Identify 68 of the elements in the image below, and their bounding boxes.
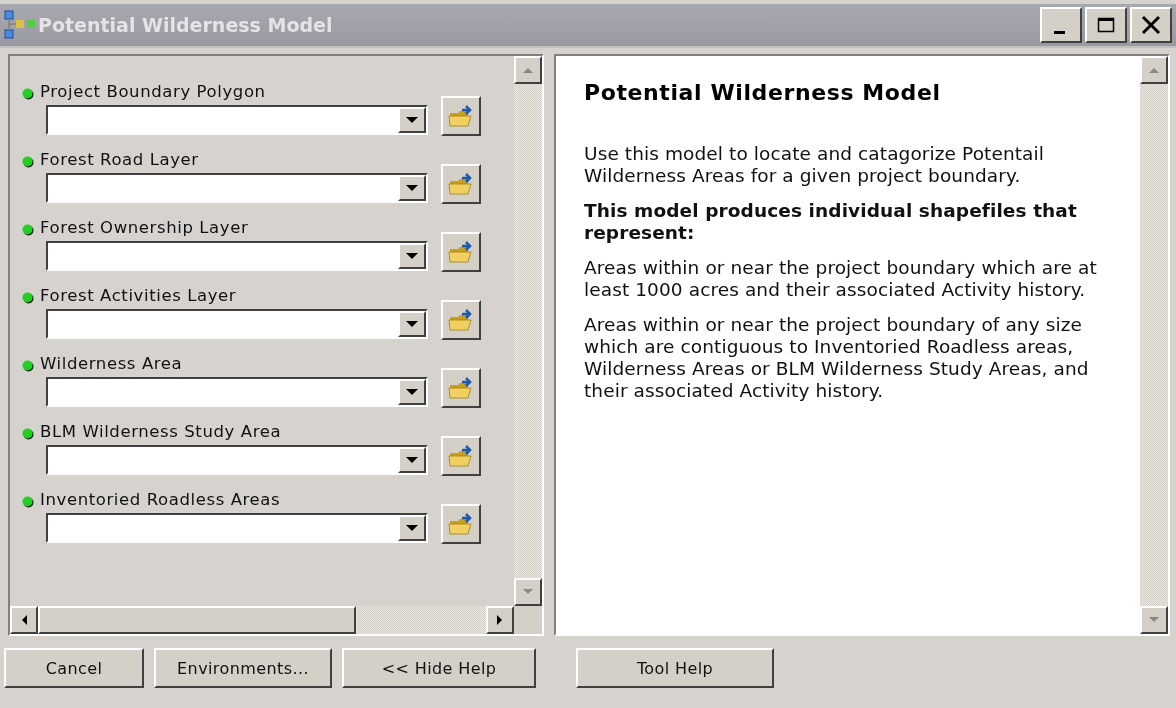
scroll-right-arrow-icon bbox=[496, 613, 504, 627]
parameter-label: Inventoried Roadless Areas bbox=[40, 489, 281, 509]
help-paragraph: This model produces individual shapefiles that represent: bbox=[584, 200, 1078, 244]
dropdown-field[interactable] bbox=[46, 241, 428, 271]
vertical-scrollbar[interactable] bbox=[514, 56, 542, 606]
browse-button[interactable] bbox=[441, 368, 481, 408]
dropdown-arrow-icon bbox=[405, 456, 419, 464]
browse-button[interactable] bbox=[441, 504, 481, 544]
scroll-down-arrow-icon bbox=[521, 588, 535, 596]
dropdown-arrow-icon bbox=[405, 184, 419, 192]
browse-button[interactable] bbox=[441, 436, 481, 476]
dropdown-field[interactable] bbox=[46, 105, 428, 135]
close-button[interactable] bbox=[1130, 7, 1172, 43]
required-dot-icon bbox=[22, 360, 34, 372]
dropdown-arrow-icon bbox=[405, 388, 419, 396]
required-dot-icon bbox=[22, 496, 34, 508]
browse-button[interactable] bbox=[441, 232, 481, 272]
dropdown-field[interactable] bbox=[46, 445, 428, 475]
folder-icon bbox=[448, 172, 474, 196]
browse-button[interactable] bbox=[441, 300, 481, 340]
maximize-icon bbox=[1096, 15, 1116, 35]
model-icon bbox=[4, 10, 38, 40]
parameter-label: BLM Wilderness Study Area bbox=[40, 421, 282, 441]
help-paragraph: Areas within or near the project boundary which are at least 1000 acres and their associated Activity history. bbox=[584, 257, 1098, 301]
required-dot-icon bbox=[22, 428, 34, 440]
folder-icon bbox=[448, 376, 474, 400]
browse-button[interactable] bbox=[441, 164, 481, 204]
dropdown-field[interactable] bbox=[46, 173, 428, 203]
vertical-scrollbar[interactable] bbox=[1140, 56, 1168, 634]
help-title: Potential Wilderness Model bbox=[584, 80, 942, 105]
dropdown-arrow-icon bbox=[405, 320, 419, 328]
help-paragraph: Areas within or near the project boundary of any size which are contiguous to Inventoried Roadless areas, Wilderness Areas or BLM Wilderness Study Areas, and their associated Activity history. bbox=[584, 314, 1090, 402]
dropdown-arrow-icon bbox=[405, 252, 419, 260]
help-paragraph: Use this model to locate and catagorize Potentail Wilderness Areas for a given project boundary. bbox=[584, 143, 1045, 187]
dropdown-field[interactable] bbox=[46, 377, 428, 407]
dropdown-field[interactable] bbox=[46, 513, 428, 543]
minimize-button[interactable] bbox=[1040, 7, 1082, 43]
dropdown-field[interactable] bbox=[46, 309, 428, 339]
dialog-button[interactable]: << Hide Help bbox=[342, 648, 536, 688]
folder-icon bbox=[448, 512, 474, 536]
parameter-label: Forest Road Layer bbox=[40, 149, 199, 169]
folder-icon bbox=[448, 240, 474, 264]
maximize-button[interactable] bbox=[1085, 7, 1127, 43]
horizontal-scrollbar[interactable] bbox=[10, 606, 542, 634]
scroll-up-arrow-icon bbox=[521, 66, 535, 74]
parameter-label: Forest Activities Layer bbox=[40, 285, 237, 305]
required-dot-icon bbox=[22, 224, 34, 236]
dropdown-arrow-icon bbox=[405, 116, 419, 124]
close-icon bbox=[1140, 14, 1162, 36]
dialog-button[interactable]: Cancel bbox=[4, 648, 144, 688]
parameter-label: Project Boundary Polygon bbox=[40, 81, 266, 101]
folder-icon bbox=[448, 104, 474, 128]
folder-icon bbox=[448, 444, 474, 468]
window-title: Potential Wilderness Model bbox=[38, 14, 334, 36]
tool-help-button[interactable]: Tool Help bbox=[576, 648, 774, 688]
dialog-button[interactable]: Environments... bbox=[154, 648, 332, 688]
parameter-label: Wilderness Area bbox=[40, 353, 183, 373]
dropdown-arrow-icon bbox=[405, 524, 419, 532]
scroll-down-arrow-icon bbox=[1147, 616, 1161, 624]
minimize-icon bbox=[1053, 30, 1065, 34]
parameter-label: Forest Ownership Layer bbox=[40, 217, 249, 237]
folder-icon bbox=[448, 308, 474, 332]
browse-button[interactable] bbox=[441, 96, 481, 136]
required-dot-icon bbox=[22, 88, 34, 100]
scroll-up-arrow-icon bbox=[1147, 66, 1161, 74]
required-dot-icon bbox=[22, 292, 34, 304]
required-dot-icon bbox=[22, 156, 34, 168]
scroll-left-arrow-icon bbox=[20, 613, 28, 627]
